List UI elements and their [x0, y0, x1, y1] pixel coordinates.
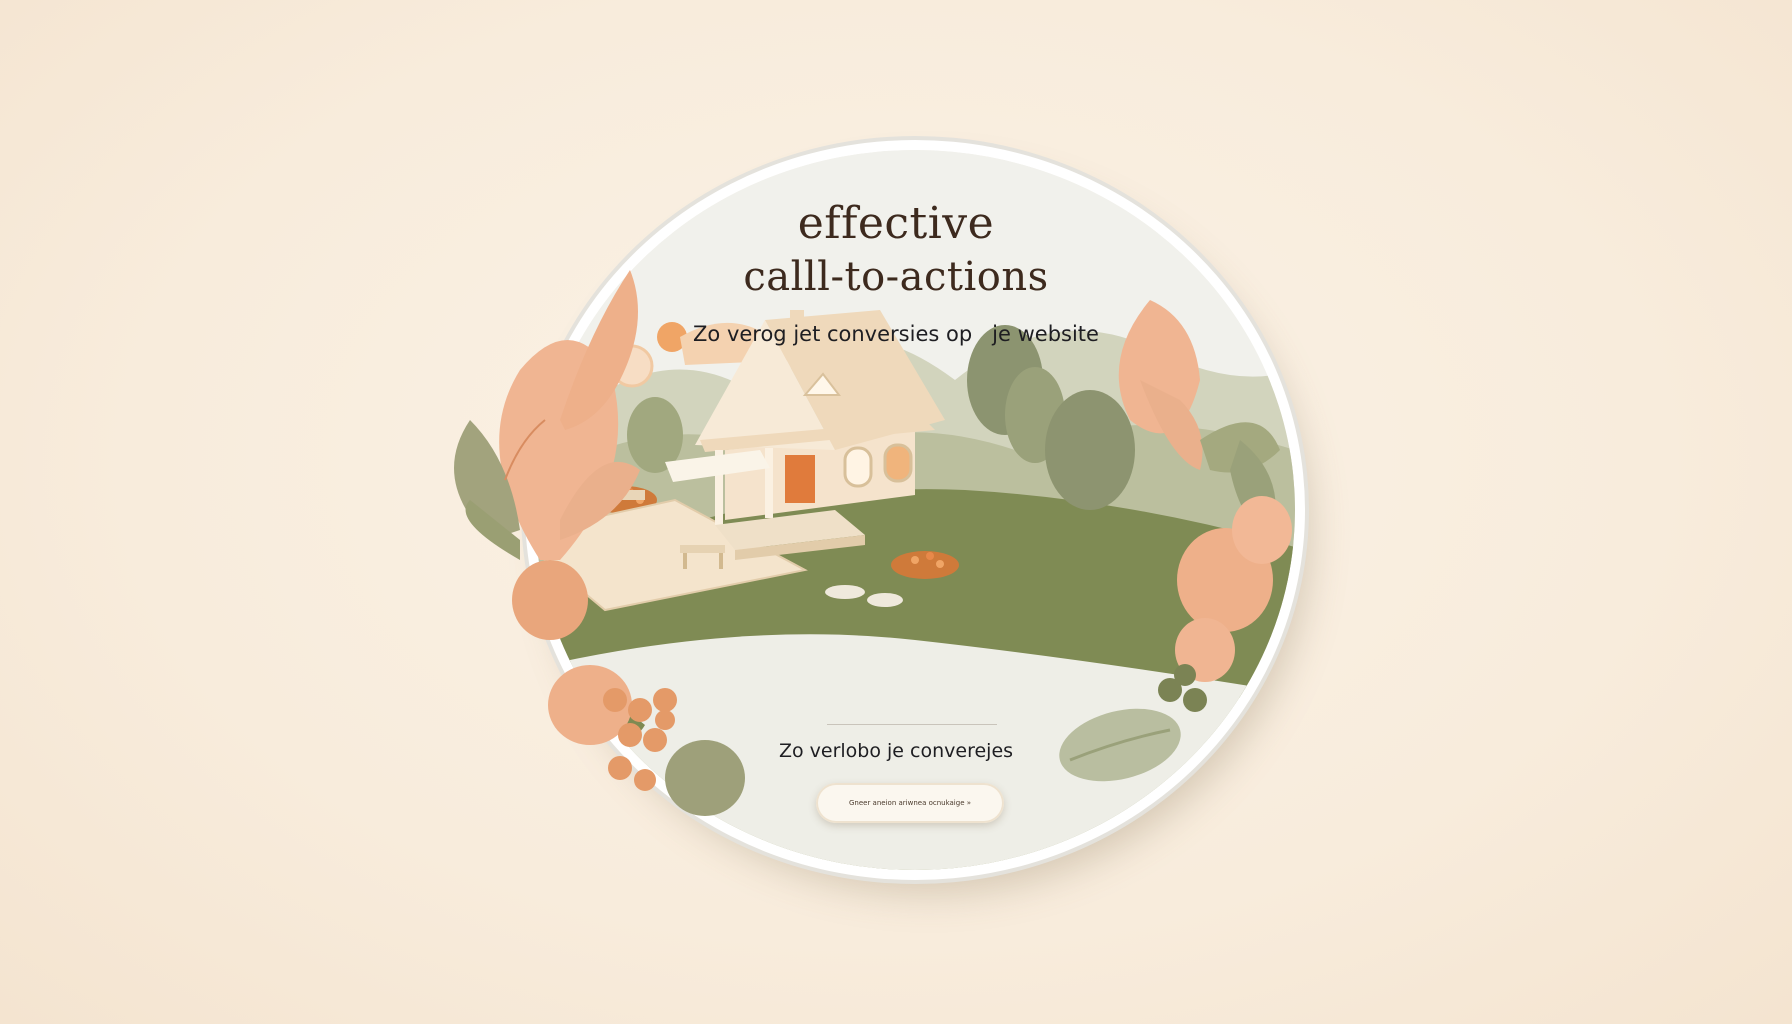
sun-icon: [610, 344, 654, 388]
leaf-icon: [454, 420, 520, 540]
tagline: Zo verlobo je converejes: [778, 740, 1014, 762]
divider: [827, 724, 997, 725]
headline-line-2: calll-to-actions: [743, 254, 1049, 300]
headline-line-1: effective: [797, 198, 995, 249]
subtitle: Zo verog jet conversies op je website: [693, 322, 1099, 346]
cta-button[interactable]: Gneer aneion ariwnea ocnukaige »: [816, 783, 1004, 823]
